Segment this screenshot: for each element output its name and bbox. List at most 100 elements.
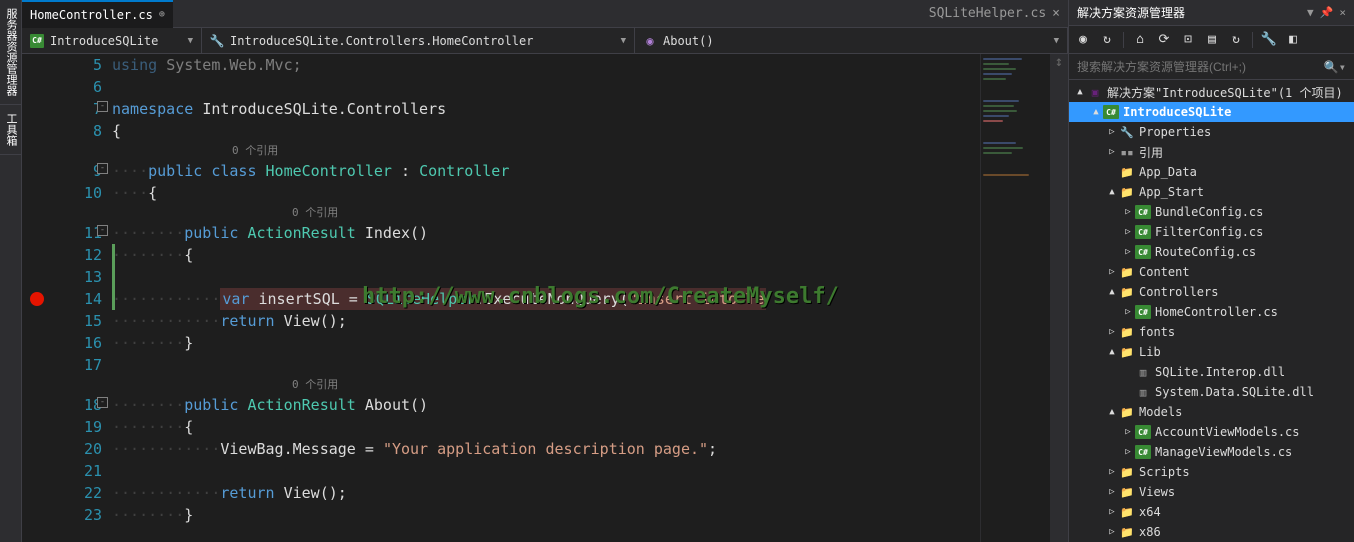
close-icon[interactable]: × [1339, 6, 1346, 19]
nav-project-dropdown[interactable]: C# IntroduceSQLite ▼ [22, 28, 202, 53]
sync-button[interactable]: ⟳ [1154, 30, 1174, 50]
code-line[interactable]: { [112, 120, 980, 142]
panel-title-bar[interactable]: 解决方案资源管理器 ▼ 📌 × [1069, 0, 1354, 26]
tree-arrow-icon[interactable]: ▲ [1105, 407, 1119, 417]
code-line[interactable]: ········{ [112, 244, 980, 266]
tree-arrow-icon[interactable]: ▷ [1105, 267, 1119, 277]
home-button[interactable]: ⌂ [1130, 30, 1150, 50]
code-line[interactable]: ········} [112, 332, 980, 354]
tree-arrow-icon[interactable]: ▷ [1121, 307, 1135, 317]
tree-item[interactable]: ▷▪▪引用 [1069, 142, 1354, 162]
tree-item[interactable]: ▥SQLite.Interop.dll [1069, 362, 1354, 382]
tab-sqlitehelper[interactable]: SQLiteHelper.cs × [921, 6, 1068, 21]
code-line[interactable]: ············var insertSQL = SQLiteHelper… [112, 288, 980, 310]
tree-item[interactable]: ▷📁Scripts [1069, 462, 1354, 482]
close-icon[interactable]: × [1052, 6, 1060, 21]
tree-arrow-icon[interactable]: ▷ [1105, 487, 1119, 497]
tree-item[interactable]: ▲📁App_Start [1069, 182, 1354, 202]
dropdown-icon[interactable]: ▼ [1307, 6, 1314, 19]
codelens[interactable]: 0 个引用 [112, 204, 980, 222]
show-all-button[interactable]: ▤ [1202, 30, 1222, 50]
tree-item[interactable]: ▷C#RouteConfig.cs [1069, 242, 1354, 262]
tree-item[interactable]: ▷C#AccountViewModels.cs [1069, 422, 1354, 442]
search-icon[interactable]: 🔍▾ [1324, 60, 1346, 74]
tree-arrow-icon[interactable]: ▷ [1105, 127, 1119, 137]
vtab-server-explorer[interactable]: 服务器资源管理器 [0, 0, 21, 105]
tree-item[interactable]: ▷📁x64 [1069, 502, 1354, 522]
code-line[interactable]: ········{ [112, 416, 980, 438]
search-input[interactable] [1077, 60, 1324, 74]
tree-arrow-icon[interactable]: ▷ [1121, 207, 1135, 217]
tree-item[interactable]: ▲C#IntroduceSQLite [1069, 102, 1354, 122]
tree-arrow-icon[interactable]: ▷ [1105, 147, 1119, 157]
code-line[interactable] [112, 76, 980, 98]
fold-toggle[interactable]: - [97, 225, 108, 236]
tree-arrow-icon[interactable]: ▷ [1121, 227, 1135, 237]
tree-item[interactable]: ▥System.Data.SQLite.dll [1069, 382, 1354, 402]
tree-item[interactable]: ▷📁Views [1069, 482, 1354, 502]
tree-arrow-icon[interactable]: ▷ [1105, 527, 1119, 537]
tree-arrow-icon[interactable]: ▲ [1073, 87, 1087, 97]
codelens[interactable]: 0 个引用 [112, 376, 980, 394]
nav-method-dropdown[interactable]: ◉ About() ▼ [635, 28, 1068, 53]
forward-button[interactable]: ↻ [1097, 30, 1117, 50]
tree-item[interactable]: 📁App_Data [1069, 162, 1354, 182]
tree-item[interactable]: ▷📁fonts [1069, 322, 1354, 342]
code-line[interactable] [112, 460, 980, 482]
pin-icon[interactable]: 📌 [1320, 6, 1334, 19]
tree-item[interactable]: ▷C#BundleConfig.cs [1069, 202, 1354, 222]
tree-item[interactable]: ▷📁x86 [1069, 522, 1354, 542]
solution-tree[interactable]: ▲▣解决方案"IntroduceSQLite"(1 个项目)▲C#Introdu… [1069, 80, 1354, 542]
code-content[interactable]: http://www.cnblogs.com/CreateMyself/ usi… [112, 54, 980, 542]
fold-toggle[interactable]: - [97, 163, 108, 174]
tree-arrow-icon[interactable]: ▷ [1121, 247, 1135, 257]
solution-search[interactable]: 🔍▾ [1069, 54, 1354, 80]
tree-item[interactable]: ▷C#FilterConfig.cs [1069, 222, 1354, 242]
fold-toggle[interactable]: - [97, 101, 108, 112]
code-line[interactable] [112, 354, 980, 376]
refresh-button[interactable]: ↻ [1226, 30, 1246, 50]
tree-arrow-icon[interactable]: ▲ [1105, 347, 1119, 357]
breakpoint-icon[interactable] [30, 292, 44, 306]
code-line[interactable]: -namespace IntroduceSQLite.Controllers [112, 98, 980, 120]
tree-item[interactable]: ▲▣解决方案"IntroduceSQLite"(1 个项目) [1069, 82, 1354, 102]
tree-arrow-icon[interactable]: ▷ [1105, 467, 1119, 477]
split-handle[interactable]: ↕ [1050, 54, 1068, 542]
code-line[interactable]: -········public ActionResult Index() [112, 222, 980, 244]
tree-arrow-icon[interactable]: ▲ [1105, 187, 1119, 197]
code-line[interactable]: ············return View(); [112, 482, 980, 504]
tree-arrow-icon[interactable]: ▷ [1105, 507, 1119, 517]
tree-item[interactable]: ▲📁Models [1069, 402, 1354, 422]
pin-icon[interactable]: ⊕ [159, 9, 165, 20]
tree-item[interactable]: ▲📁Lib [1069, 342, 1354, 362]
split-grip-icon[interactable]: ↕ [1052, 54, 1066, 74]
code-line[interactable]: -····public class HomeController : Contr… [112, 160, 980, 182]
tree-arrow-icon[interactable]: ▲ [1089, 107, 1103, 117]
breakpoint-gutter[interactable] [22, 54, 52, 542]
properties-button[interactable]: 🔧 [1259, 30, 1279, 50]
collapse-button[interactable]: ⊡ [1178, 30, 1198, 50]
tab-homecontroller[interactable]: HomeController.cs ⊕ [22, 0, 173, 28]
tree-item[interactable]: ▷🔧Properties [1069, 122, 1354, 142]
code-line[interactable]: ············ViewBag.Message = "Your appl… [112, 438, 980, 460]
code-line[interactable]: ········} [112, 504, 980, 526]
code-line[interactable]: using System.Web.Mvc; [112, 54, 980, 76]
code-line[interactable] [112, 266, 980, 288]
codelens[interactable]: 0 个引用 [112, 142, 980, 160]
tree-arrow-icon[interactable]: ▲ [1105, 287, 1119, 297]
tree-arrow-icon[interactable]: ▷ [1121, 427, 1135, 437]
tree-arrow-icon[interactable]: ▷ [1121, 447, 1135, 457]
code-line[interactable]: -········public ActionResult About() [112, 394, 980, 416]
minimap[interactable] [980, 54, 1050, 542]
code-line[interactable]: ····{ [112, 182, 980, 204]
tree-arrow-icon[interactable]: ▷ [1105, 327, 1119, 337]
tree-item[interactable]: ▷C#HomeController.cs [1069, 302, 1354, 322]
vtab-toolbox[interactable]: 工具箱 [0, 105, 21, 155]
code-editor[interactable]: 567891011121314151617181920212223 http:/… [22, 54, 1068, 542]
back-button[interactable]: ◉ [1073, 30, 1093, 50]
tree-item[interactable]: ▷📁Content [1069, 262, 1354, 282]
tree-item[interactable]: ▲📁Controllers [1069, 282, 1354, 302]
code-line[interactable]: ············return View(); [112, 310, 980, 332]
tree-item[interactable]: ▷C#ManageViewModels.cs [1069, 442, 1354, 462]
nav-class-dropdown[interactable]: 🔧 IntroduceSQLite.Controllers.HomeContro… [202, 28, 635, 53]
